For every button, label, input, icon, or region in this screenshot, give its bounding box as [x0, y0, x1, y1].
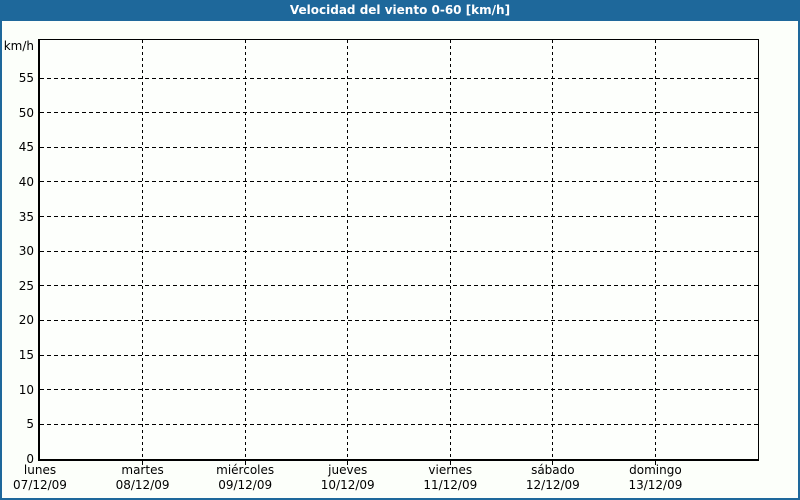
x-axis-tick	[142, 461, 144, 465]
y-tick-label: 35	[18, 209, 34, 224]
v-gridline	[347, 40, 349, 459]
h-gridline	[40, 354, 758, 356]
h-gridline	[40, 181, 758, 183]
x-category-label: miércoles 09/12/09	[194, 463, 296, 493]
x-day-label: jueves	[328, 463, 368, 477]
h-gridline	[40, 285, 758, 287]
chart-window: Velocidad del viento 0-60 [km/h] km/h 05…	[0, 0, 800, 500]
y-tick-label: 15	[18, 348, 34, 363]
y-tick-label: 20	[18, 313, 34, 328]
x-category-label: viernes 11/12/09	[399, 463, 501, 493]
x-axis-tick	[552, 461, 554, 465]
x-date-label: 13/12/09	[628, 478, 683, 492]
y-tick-label: 30	[18, 244, 34, 259]
v-gridline	[142, 40, 144, 459]
y-axis-labels: 0 5 10 15 20 25 30 35 40 45 50 55	[0, 40, 34, 466]
y-tick-label: 25	[18, 278, 34, 293]
v-gridline	[552, 40, 554, 459]
x-day-label: viernes	[428, 463, 473, 477]
x-day-label: domingo	[629, 463, 682, 477]
x-day-label: lunes	[23, 463, 57, 477]
h-gridline	[40, 423, 758, 425]
y-tick-label: 40	[18, 174, 34, 189]
x-axis-tick	[654, 461, 656, 465]
y-tick-label: 45	[18, 140, 34, 155]
y-tick-label: 5	[26, 417, 34, 432]
h-gridline	[40, 319, 758, 321]
h-gridline	[40, 389, 758, 391]
y-tick-label: 55	[18, 71, 34, 86]
x-axis-tick	[347, 461, 349, 465]
y-tick-label: 10	[18, 382, 34, 397]
x-axis-labels: lunes 07/12/09 martes 08/12/09 miércoles 09/1…	[13, 463, 758, 495]
x-category-label: domingo 13/12/09	[604, 463, 706, 493]
chart-title: Velocidad del viento 0-60 [km/h]	[289, 3, 511, 17]
y-tick-label: 50	[18, 105, 34, 120]
v-gridline	[449, 40, 451, 459]
x-day-label: sábado	[531, 463, 575, 477]
x-axis-tick	[449, 461, 451, 465]
v-gridline	[654, 40, 656, 459]
x-date-label: 11/12/09	[423, 478, 478, 492]
x-date-label: 09/12/09	[218, 478, 273, 492]
x-date-label: 10/12/09	[320, 478, 375, 492]
h-gridline	[40, 216, 758, 218]
h-gridline	[40, 77, 758, 79]
chart-title-bar: Velocidad del viento 0-60 [km/h]	[0, 0, 800, 21]
h-gridline	[40, 112, 758, 114]
plot-area	[38, 39, 759, 461]
v-gridline	[244, 40, 246, 459]
x-date-label: 07/12/09	[13, 478, 67, 492]
x-category-label: sábado 12/12/09	[502, 463, 604, 493]
h-gridline	[40, 146, 758, 148]
x-category-label: jueves 10/12/09	[297, 463, 399, 493]
x-date-label: 12/12/09	[525, 478, 580, 492]
x-day-label: martes	[121, 463, 164, 477]
x-date-label: 08/12/09	[115, 478, 170, 492]
x-day-label: miércoles	[216, 463, 275, 477]
x-category-label: martes 08/12/09	[92, 463, 194, 493]
x-axis-tick	[244, 461, 246, 465]
h-gridline	[40, 250, 758, 252]
x-category-label: lunes 07/12/09	[0, 463, 91, 493]
